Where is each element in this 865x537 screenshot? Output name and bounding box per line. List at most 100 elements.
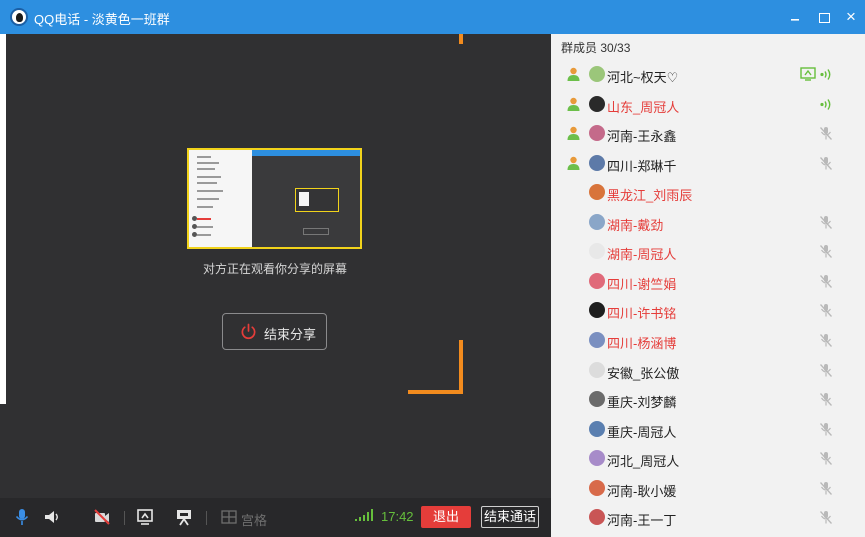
member-avatar	[589, 184, 605, 201]
mic-muted-icon	[820, 215, 832, 229]
member-avatar	[589, 272, 605, 289]
member-row[interactable]: 重庆-刘梦麟	[551, 385, 865, 415]
member-row[interactable]: 河北~权天♡	[551, 60, 865, 90]
member-row[interactable]: 河南-王永鑫	[551, 119, 865, 149]
mic-muted-icon	[820, 127, 832, 141]
member-avatar	[589, 361, 605, 378]
exit-button[interactable]: 退出	[421, 506, 471, 528]
member-name: 湖南-戴劲	[607, 217, 664, 233]
window-title: QQ电话 - 淡黄色一班群	[34, 12, 170, 27]
member-row[interactable]: 四川-许书铭	[551, 296, 865, 326]
voice-active-icon	[820, 98, 831, 110]
member-row[interactable]: 重庆-周冠人	[551, 415, 865, 445]
member-row[interactable]: 湖南-戴劲	[551, 208, 865, 238]
minimize-icon	[791, 19, 799, 21]
member-row[interactable]: 四川-杨涵博	[551, 326, 865, 356]
member-name: 四川-杨涵博	[607, 335, 677, 351]
microphone-icon[interactable]	[13, 508, 31, 526]
qq-call-window: QQ电话 - 淡黄色一班群 × 对方正在观看你分享的屏幕 结束分享 宫格 17:…	[0, 0, 865, 537]
user-status-icon	[567, 156, 580, 170]
mic-muted-icon	[820, 245, 832, 259]
end-call-button[interactable]: 结束通话	[481, 506, 539, 528]
user-status-icon	[567, 97, 580, 111]
member-name: 重庆-周冠人	[607, 424, 677, 440]
mic-muted-icon	[820, 156, 832, 170]
end-share-button[interactable]: 结束分享	[222, 313, 327, 350]
member-row[interactable]: 四川-谢竺娟	[551, 267, 865, 297]
member-name: 河北~权天♡	[607, 70, 679, 85]
mic-muted-icon	[820, 304, 832, 318]
capture-corner-right	[459, 340, 463, 394]
member-avatar	[589, 66, 605, 82]
member-name: 河南-王一丁	[607, 513, 677, 529]
member-name: 四川-许书铭	[607, 306, 677, 322]
panel-edge	[0, 34, 6, 404]
member-row[interactable]: 湖南-周冠人	[551, 237, 865, 267]
mic-muted-icon	[820, 422, 832, 436]
member-row[interactable]: 四川-郑琳千	[551, 149, 865, 179]
member-row[interactable]: 河北_周冠人	[551, 444, 865, 474]
member-avatar	[589, 420, 605, 437]
call-toolbar: 宫格 17:42 退出 结束通话	[0, 498, 551, 537]
member-row[interactable]: 河南-王一丁	[551, 503, 865, 533]
mic-muted-icon	[820, 393, 832, 406]
mic-muted-icon	[820, 333, 832, 347]
share-status-text: 对方正在观看你分享的屏幕	[202, 262, 347, 276]
power-icon	[241, 323, 256, 339]
member-avatar	[589, 125, 605, 142]
end-share-label: 结束分享	[264, 327, 317, 342]
member-avatar	[589, 302, 605, 319]
member-name: 黑龙江_刘雨辰	[607, 188, 693, 204]
capture-corner-bottom	[408, 390, 463, 394]
member-row[interactable]: 河南-耿小媛	[551, 474, 865, 504]
member-row[interactable]: 安徽_张公傲	[551, 356, 865, 386]
member-name: 安徽_张公傲	[607, 365, 680, 381]
mic-muted-icon	[820, 511, 832, 525]
user-status-icon	[567, 67, 580, 81]
member-name: 河北_周冠人	[607, 454, 680, 470]
screen-sharing-icon	[800, 67, 816, 81]
grid-view-icon[interactable]	[220, 508, 238, 526]
member-avatar	[589, 243, 605, 260]
member-name: 四川-郑琳千	[607, 158, 677, 174]
member-name: 湖南-周冠人	[607, 247, 677, 263]
mic-muted-icon	[820, 452, 832, 466]
qq-penguin-icon	[10, 8, 28, 26]
voice-active-icon	[820, 69, 831, 80]
mic-muted-icon	[820, 274, 832, 288]
member-name: 重庆-刘梦麟	[607, 395, 677, 411]
member-name: 山东_周冠人	[607, 99, 680, 115]
member-avatar	[589, 331, 605, 348]
member-avatar	[589, 154, 605, 171]
capture-corner-top	[459, 34, 463, 44]
member-count-title: 群成员 30/33	[561, 41, 631, 55]
mic-muted-icon	[820, 481, 832, 495]
grid-view-label[interactable]: 宫格	[241, 510, 267, 529]
user-status-icon	[567, 126, 580, 141]
camera-off-icon[interactable]	[93, 508, 111, 526]
member-avatar	[589, 95, 605, 112]
member-avatar	[589, 479, 605, 496]
member-row[interactable]: 山东_周冠人	[551, 90, 865, 120]
maximize-button[interactable]	[813, 6, 835, 28]
call-duration: 17:42	[381, 509, 414, 524]
member-row[interactable]: 黑龙江_刘雨辰	[551, 178, 865, 208]
presentation-icon[interactable]	[175, 508, 193, 526]
member-avatar	[589, 509, 605, 526]
title-bar[interactable]: QQ电话 - 淡黄色一班群 ×	[0, 0, 865, 34]
member-name: 河南-耿小媛	[607, 483, 677, 499]
member-panel: 群成员 30/33 河北~权天♡ 山东_周冠人 河南-王永鑫 四川-郑琳千 黑龙江_刘雨…	[551, 34, 865, 537]
member-avatar	[589, 391, 605, 408]
signal-strength-icon	[355, 509, 373, 521]
member-avatar	[589, 450, 605, 467]
screen-share-icon[interactable]	[136, 508, 154, 526]
screen-share-panel: 对方正在观看你分享的屏幕 结束分享 宫格 17:42 退出 结束通话	[0, 34, 551, 537]
close-button[interactable]: ×	[840, 6, 862, 28]
shared-screen-preview	[187, 148, 362, 249]
minimize-button[interactable]	[784, 6, 806, 28]
member-name: 四川-谢竺娟	[607, 276, 677, 292]
member-name: 河南-王永鑫	[607, 129, 677, 145]
speaker-icon[interactable]	[43, 508, 61, 526]
mic-muted-icon	[820, 363, 832, 377]
member-avatar	[589, 213, 605, 230]
